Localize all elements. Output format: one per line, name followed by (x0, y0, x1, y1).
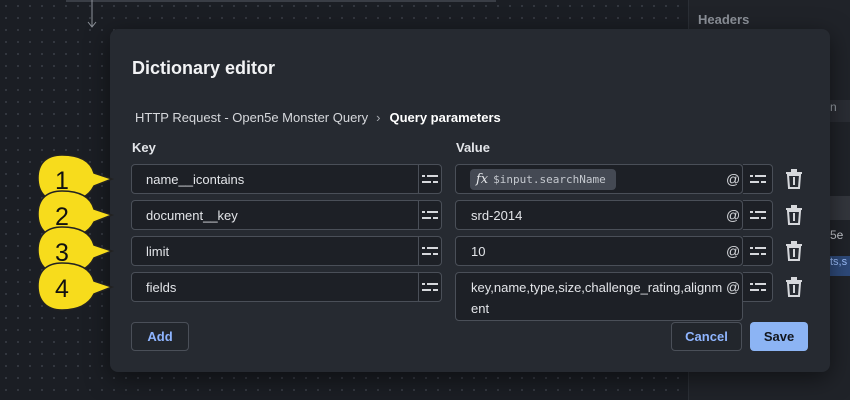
value-options-button[interactable] (743, 164, 773, 194)
options-icon (749, 175, 766, 183)
dictionary-row: limit 10 @ (110, 236, 830, 266)
callout-1: 1 (37, 154, 115, 203)
key-input-value: fields (146, 280, 177, 295)
callout-number: 1 (55, 167, 69, 195)
key-input-value: limit (146, 244, 170, 259)
dictionary-row: fields key,name,type,size,challenge_rati… (110, 272, 830, 321)
callout-number: 4 (55, 275, 69, 303)
value-options-button[interactable] (743, 236, 773, 266)
key-options-button[interactable] (418, 164, 442, 194)
options-icon (749, 283, 766, 291)
delete-row-trash-icon[interactable] (785, 241, 803, 261)
at-sign-icon[interactable]: @ (726, 243, 740, 259)
callout-number: 2 (55, 203, 69, 231)
value-input-text: srd-2014 (471, 208, 523, 223)
value-input[interactable]: fx $input.searchName @ (455, 164, 743, 194)
value-column-header: Value (456, 140, 490, 155)
options-icon (749, 211, 766, 219)
callout-4: 4 (37, 262, 115, 311)
key-input[interactable]: fields (131, 272, 421, 302)
key-options-button[interactable] (418, 272, 442, 302)
breadcrumb-parent[interactable]: HTTP Request - Open5e Monster Query (135, 110, 368, 125)
at-sign-icon[interactable]: @ (726, 207, 740, 223)
value-options-button[interactable] (743, 200, 773, 230)
at-sign-icon[interactable]: @ (726, 171, 740, 187)
delete-row-trash-icon[interactable] (785, 169, 803, 189)
side-panel-text-fragment: 5e (830, 228, 844, 242)
expression-text: $input.searchName (493, 173, 606, 186)
key-input[interactable]: document__key (131, 200, 421, 230)
canvas-node-edge (66, 0, 496, 2)
value-input[interactable]: 10 @ (455, 236, 743, 266)
value-input-text: key,name,type,size,challenge_rating,alig… (471, 280, 723, 316)
key-column-header: Key (132, 140, 156, 155)
canvas-connector-arrow (87, 0, 97, 28)
breadcrumb: HTTP Request - Open5e Monster Query › Qu… (135, 110, 501, 125)
breadcrumb-current: Query parameters (389, 110, 501, 125)
dictionary-row: document__key srd-2014 @ (110, 200, 830, 230)
side-panel-headers-label: Headers (698, 12, 750, 27)
key-options-button[interactable] (418, 236, 442, 266)
cancel-button[interactable]: Cancel (671, 322, 742, 351)
value-options-button[interactable] (743, 272, 773, 302)
chevron-right-icon: › (376, 110, 381, 125)
options-icon (422, 283, 438, 291)
side-panel-row-fragment (830, 196, 850, 220)
callout-2: 2 (37, 190, 115, 239)
dictionary-row: name__icontains fx $input.searchName @ (110, 164, 830, 194)
add-row-button[interactable]: Add (131, 322, 189, 351)
options-icon (422, 175, 438, 183)
callout-number: 3 (55, 239, 69, 267)
dictionary-editor-dialog: Dictionary editor HTTP Request - Open5e … (110, 29, 830, 372)
value-input[interactable]: srd-2014 @ (455, 200, 743, 230)
save-button[interactable]: Save (750, 322, 808, 351)
dialog-title: Dictionary editor (132, 58, 276, 78)
value-input[interactable]: key,name,type,size,challenge_rating,alig… (455, 272, 743, 321)
delete-row-trash-icon[interactable] (785, 205, 803, 225)
key-input[interactable]: name__icontains (131, 164, 421, 194)
value-input-text: 10 (471, 244, 486, 259)
options-icon (422, 247, 438, 255)
options-icon (422, 211, 438, 219)
callout-3: 3 (37, 226, 115, 275)
key-input-value: document__key (146, 208, 238, 223)
side-panel-field-fragment: n (830, 100, 850, 122)
options-icon (749, 247, 766, 255)
delete-row-trash-icon[interactable] (785, 277, 803, 297)
expression-chip[interactable]: fx $input.searchName (470, 169, 616, 190)
key-input[interactable]: limit (131, 236, 421, 266)
key-input-value: name__icontains (146, 172, 245, 187)
side-panel-selected-fragment: ts,s (830, 256, 850, 276)
function-icon: fx (476, 172, 489, 187)
callout-annotations: 1 2 3 4 (37, 154, 115, 311)
at-sign-icon[interactable]: @ (726, 279, 740, 295)
key-options-button[interactable] (418, 200, 442, 230)
